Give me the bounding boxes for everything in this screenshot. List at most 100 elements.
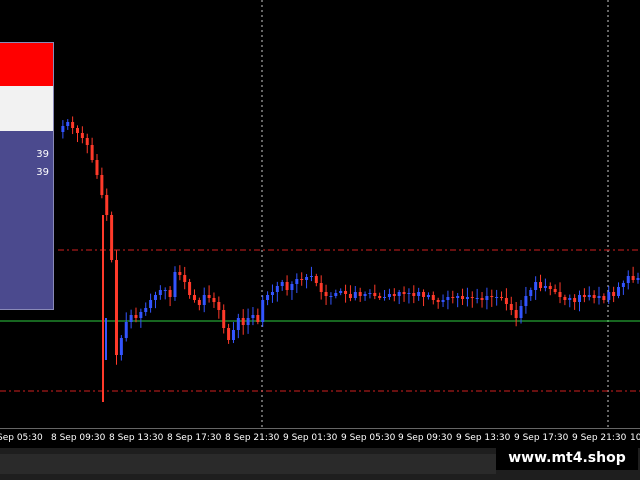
price-chart[interactable]: [0, 0, 640, 428]
candle-body: [305, 277, 309, 280]
time-tick-label: 10: [630, 433, 640, 443]
candle-body: [319, 283, 323, 292]
chart-area[interactable]: 39 39: [0, 0, 640, 428]
candle-body: [636, 278, 640, 280]
candle-body: [119, 338, 123, 355]
candle-body: [236, 318, 240, 330]
candle-body: [246, 318, 250, 325]
candle-body: [300, 279, 304, 280]
candle-body: [573, 298, 577, 302]
candle-body: [192, 295, 196, 300]
candle-body: [256, 315, 260, 322]
candle-body: [61, 126, 65, 132]
candle-body: [314, 276, 318, 283]
candle-body: [90, 145, 94, 160]
candle-body: [363, 294, 367, 296]
candle-body: [339, 291, 343, 293]
candle-body: [324, 292, 328, 296]
candle-body: [612, 292, 616, 296]
candle-body: [553, 289, 557, 292]
candles: [61, 116, 640, 402]
candle-body: [222, 310, 226, 328]
candle-body: [358, 292, 362, 296]
candle-body: [178, 272, 182, 275]
candle-body: [368, 293, 372, 294]
candle-body: [509, 304, 513, 310]
candle-body: [436, 300, 440, 302]
candle-body: [485, 296, 489, 300]
candle-body: [114, 260, 118, 355]
candle-body: [412, 293, 416, 296]
candle-body: [95, 160, 99, 175]
time-tick-label: 9 Sep 17:30: [514, 433, 569, 443]
level-lines: [0, 249, 640, 392]
candle-body: [568, 298, 572, 300]
candle-body: [75, 128, 79, 133]
candle-body: [563, 297, 567, 300]
candle-body: [353, 292, 357, 298]
candle-body: [431, 295, 435, 300]
candle-body: [500, 297, 504, 298]
candle-body: [183, 275, 187, 282]
candle-body: [407, 293, 411, 294]
candle-body: [348, 294, 352, 298]
candle-body: [124, 322, 128, 338]
candle-body: [251, 315, 255, 318]
time-tick-label: 9 Sep 21:30: [572, 433, 627, 443]
candle-body: [149, 300, 153, 308]
candle-body: [470, 297, 474, 298]
candle-body: [519, 306, 523, 318]
candle-body: [387, 294, 391, 297]
candle-body: [504, 298, 508, 304]
info-panel: 39 39: [0, 42, 54, 310]
candle-body: [607, 292, 611, 300]
watermark-logo: www.mt4.shop: [496, 446, 638, 470]
candle-body: [422, 292, 426, 297]
candle-body: [475, 298, 479, 299]
candle-body: [378, 296, 382, 298]
candle-body: [402, 292, 406, 294]
candle-body: [217, 302, 221, 310]
candle-body: [465, 297, 469, 299]
time-tick-label: Sep 05:30: [0, 433, 43, 443]
candle-body: [139, 312, 143, 318]
candle-body: [100, 175, 104, 195]
candle-body: [578, 295, 582, 302]
panel-sell-block[interactable]: [0, 43, 53, 86]
candle-body: [144, 308, 148, 312]
candle-body: [275, 286, 279, 292]
grid-layer: [261, 0, 609, 428]
candle-body: [197, 300, 201, 305]
candle-body: [207, 295, 211, 298]
candle-body: [261, 300, 265, 322]
candle-body: [163, 290, 167, 291]
candle-body: [446, 297, 450, 300]
candle-body: [80, 133, 84, 138]
candle-body: [617, 287, 621, 296]
candle-body: [558, 292, 562, 297]
panel-value-1: 39: [36, 149, 49, 160]
candle-body: [602, 296, 606, 300]
candle-body: [309, 276, 313, 277]
candle-body: [597, 296, 601, 298]
time-tick-label: 8 Sep 21:30: [225, 433, 280, 443]
candle-body: [105, 195, 109, 215]
candle-body: [153, 295, 157, 300]
candle-body: [212, 298, 216, 302]
candle-body: [495, 297, 499, 298]
candle-body: [66, 122, 70, 126]
candle-body: [280, 282, 284, 286]
candle-body: [543, 286, 547, 288]
candle-body: [295, 279, 299, 284]
candle-body: [441, 300, 445, 302]
candle-body: [534, 282, 538, 290]
candle-body: [329, 296, 333, 297]
scroll-track[interactable]: [0, 454, 496, 474]
candle-body: [587, 295, 591, 297]
candle-body: [621, 283, 625, 287]
time-tick-label: 9 Sep 05:30: [341, 433, 396, 443]
candle-body: [626, 276, 630, 283]
candle-body: [85, 138, 89, 145]
panel-buy-block[interactable]: [0, 86, 53, 131]
candle-body: [134, 315, 138, 318]
